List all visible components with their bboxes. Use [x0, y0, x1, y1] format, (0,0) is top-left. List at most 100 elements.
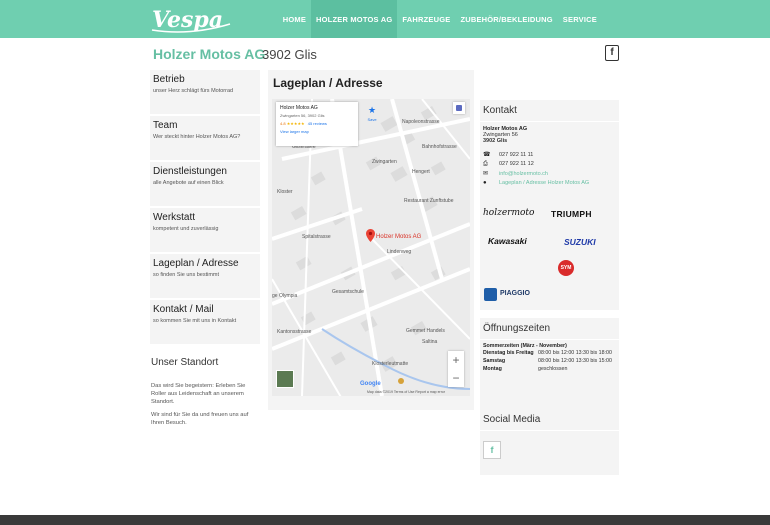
google-logo: Google [360, 381, 381, 387]
location-row: ● Lageplan / Adresse Holzer Motos AG [483, 179, 616, 189]
map-card-address: Zwingarten 56, 3902 Glis [280, 113, 325, 118]
map-pin-label: Holzer Motos AG [376, 234, 422, 240]
map-zoom-control: + − [448, 351, 464, 387]
facebook-header-icon[interactable]: f [605, 45, 619, 61]
hours-row: Dienstag bis Freitag 08:00 bis 12:00 13:3… [483, 349, 616, 357]
fax-icon: ⎙ [483, 160, 488, 167]
nav-holzer-motos-ag[interactable]: HOLZER MOTOS AG [311, 0, 398, 38]
map-street-label: Klosterleutmatte [372, 361, 409, 367]
brand-logo-suzuki[interactable]: SUZUKI [564, 237, 596, 247]
nav-service[interactable]: SERVICE [558, 0, 602, 38]
map-street-label: Zwingarten [372, 159, 397, 165]
rating-value: 4.8 [280, 121, 286, 126]
brand-logo-holzermoto[interactable]: holzermoto [483, 208, 534, 218]
map-street-label: Lindenweg [387, 249, 412, 255]
zoom-in-button[interactable]: + [448, 351, 464, 369]
nav-fahrzeuge[interactable]: FAHRZEUGE [397, 0, 455, 38]
sidebar-item-subtitle: kompetent und zuverlässig [153, 226, 219, 232]
map-link[interactable]: Lageplan / Adresse Holzer Motos AG [499, 180, 589, 186]
brand-logo-piaggio[interactable]: PIAGGIO [500, 290, 530, 297]
map-save-button[interactable]: ★ Save [366, 106, 378, 124]
map-footer-text: Map data ©2019 Terms of Use Report a map… [367, 390, 445, 394]
hours-day: Dienstag bis Freitag [483, 350, 534, 356]
sidebar-item-title: Werkstatt [153, 212, 196, 223]
hours-row: Samstag 08:00 bis 12:00 13:30 bis 15:00 [483, 357, 616, 365]
sidebar-item-title: Lageplan / Adresse [153, 258, 239, 269]
sidebar-item-title: Betrieb [153, 74, 185, 85]
map-card-name: Holzer Motos AG [280, 105, 318, 111]
hours-row: Montag geschlossen [483, 365, 616, 373]
map-poi-olympia[interactable]: ge Olympia [272, 293, 297, 299]
nav-zubehoer-bekleidung[interactable]: ZUBEHÖR/BEKLEIDUNG [455, 0, 557, 38]
brand-name[interactable]: Holzer Motos AG [153, 46, 265, 62]
page-footer [0, 515, 770, 525]
brand-logo-triumph[interactable]: TRIUMPH [551, 209, 592, 219]
email-link[interactable]: info@holzermoto.ch [499, 171, 548, 177]
brand-logo-sym[interactable]: SYM [558, 260, 574, 276]
vespa-logo[interactable]: Vespa [150, 4, 234, 34]
sidebar-item-kontakt[interactable]: Kontakt / Mail so kommen Sie mit uns in … [150, 300, 260, 344]
page-title: Lageplan / Adresse [273, 76, 383, 90]
brand-logo-kawasaki[interactable]: Kawasaki [488, 236, 527, 246]
sidebar: Betrieb unser Herz schlägt fürs Motorrad… [150, 70, 260, 346]
hours-day: Samstag [483, 358, 506, 364]
view-larger-map-link[interactable]: View larger map [280, 129, 354, 134]
piaggio-icon [484, 288, 497, 301]
map-street-label: Kantonsstrasse [277, 329, 312, 335]
kontakt-city: Glis [496, 138, 508, 144]
sidebar-item-team[interactable]: Team Wer steckt hinter Holzer Motos AG? [150, 116, 260, 160]
map-street-label: Bahnhofstrasse [422, 144, 457, 150]
sidebar-item-title: Team [153, 120, 178, 131]
map-street-label: Kloster [277, 189, 293, 195]
social-media-title: Social Media [483, 414, 541, 425]
pegman-icon[interactable] [398, 378, 404, 384]
standort-text-2: Wir sind für Sie da und freuen uns auf I… [151, 412, 249, 426]
brand-logos: holzermoto TRIUMPH Kawasaki SUZUKI SYM P… [480, 204, 619, 310]
kontakt-zip: 3902 [483, 138, 496, 144]
sidebar-item-title: Dienstleistungen [153, 166, 227, 177]
sidebar-item-betrieb[interactable]: Betrieb unser Herz schlägt fürs Motorrad [150, 70, 260, 114]
hours-day: Montag [483, 366, 502, 372]
map-street-label: Hengert [412, 169, 430, 175]
map-place-card: Holzer Motos AG Zwingarten 56, 3902 Glis… [276, 102, 358, 146]
phone-icon: ☎ [483, 152, 491, 159]
fax-row: ⎙ 027 922 11 12 [483, 160, 616, 170]
fax-number: 027 922 11 12 [499, 161, 534, 168]
standort-title: Unser Standort [151, 357, 219, 368]
sidebar-item-subtitle: alle Angebote auf einen Blick [153, 180, 224, 186]
location-pin-icon: ● [483, 180, 487, 187]
email-row: ✉ info@holzermoto.ch [483, 169, 616, 179]
map-satellite-thumbnail[interactable] [276, 370, 294, 388]
main-nav: HOME HOLZER MOTOS AG FAHRZEUGE ZUBEHÖR/B… [278, 0, 602, 38]
save-label: Save [367, 117, 377, 122]
sidebar-item-werkstatt[interactable]: Werkstatt kompetent und zuverlässig [150, 208, 260, 252]
sidebar-item-subtitle: unser Herz schlägt fürs Motorrad [153, 88, 234, 94]
rating-stars-icon: ★★★★★ [286, 121, 305, 126]
map-street-label: Saltina [422, 339, 438, 345]
social-media-panel: Social Media f [480, 409, 619, 475]
map-poi-restaurant[interactable]: Restaurant Zunftstube [404, 198, 453, 204]
nav-home[interactable]: HOME [278, 0, 311, 38]
sidebar-item-subtitle: so finden Sie uns bestimmt [153, 272, 220, 278]
map-street-label: Spitalstrasse [302, 234, 331, 240]
phone-number[interactable]: 027 922 11 11 [499, 152, 533, 158]
sidebar-item-title: Kontakt / Mail [153, 304, 214, 315]
map-fullscreen-icon[interactable] [453, 102, 465, 114]
standort-text: Das wird Sie begeistern: Erleben Sie Rol… [151, 383, 246, 405]
hours-time: 08:00 bis 12:00 13:30 bis 18:00 [538, 350, 612, 356]
kontakt-panel: Kontakt Holzer Motos AG Zwingarten 56 39… [480, 100, 619, 310]
envelope-icon: ✉ [483, 171, 489, 178]
hours-time: geschlossen [538, 366, 568, 372]
sidebar-item-dienstleistungen[interactable]: Dienstleistungen alle Angebote auf einen… [150, 162, 260, 206]
facebook-icon[interactable]: f [483, 441, 501, 459]
kontakt-title: Kontakt [483, 105, 517, 116]
hours-time: 08:00 bis 12:00 13:30 bis 15:00 [538, 358, 612, 364]
sidebar-item-lageplan[interactable]: Lageplan / Adresse so finden Sie uns bes… [150, 254, 260, 298]
map-poi-handels[interactable]: Gemmet Handels [406, 328, 445, 334]
zoom-out-button[interactable]: − [448, 369, 464, 387]
opening-hours-title: Öffnungszeiten [483, 323, 551, 334]
reviews-link[interactable]: 45 reviews [308, 121, 327, 126]
map-card-rating: 4.8 ★★★★★ 45 reviews [280, 121, 354, 126]
map-street-label: Gesamtschule [332, 289, 364, 295]
map-pin-icon[interactable] [366, 229, 375, 242]
